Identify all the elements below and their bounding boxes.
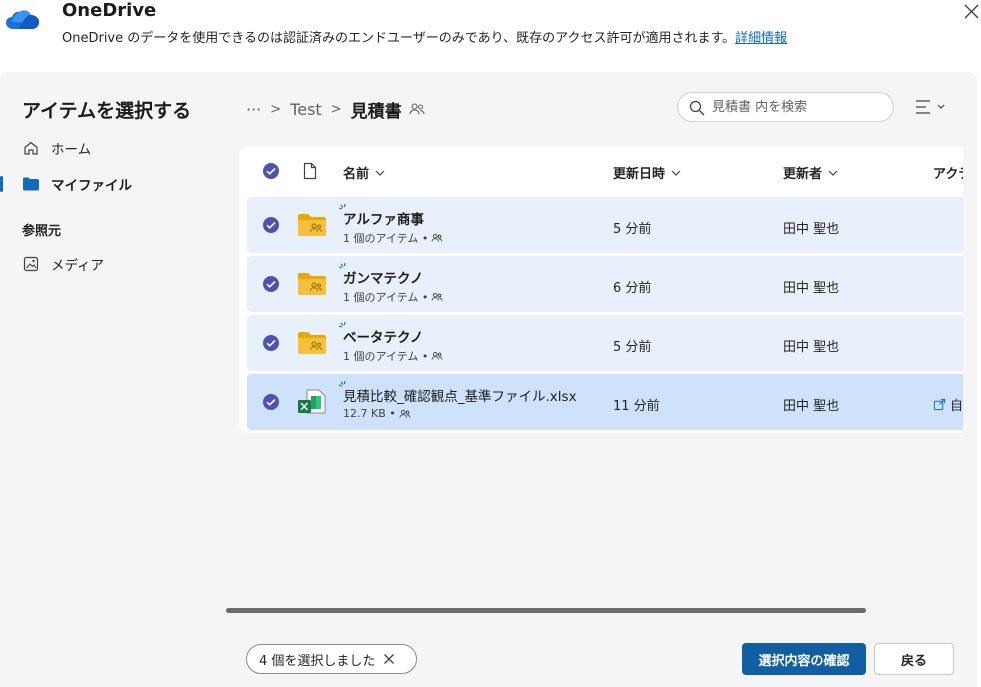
shared-folder-icon: [298, 332, 326, 354]
file-activity: 自: [933, 395, 963, 414]
column-header-label: 更新日時: [613, 167, 666, 182]
search-input[interactable]: [712, 98, 882, 116]
shared-people-icon: [409, 103, 425, 115]
file-modified: 6 分前: [613, 281, 652, 296]
file-name[interactable]: 見積比較_確認観点_基準ファイル.xlsx: [343, 385, 577, 405]
chevron-down-icon: [375, 170, 385, 176]
file-modified-by: 田中 聖也: [783, 340, 840, 355]
file-meta-text: 1 個のアイテム •: [343, 291, 429, 304]
nav-item-label: マイファイル: [51, 178, 132, 194]
file-name[interactable]: ベータテクノ: [343, 326, 423, 346]
image-icon: [22, 255, 40, 273]
column-header-label: 更新者: [783, 167, 823, 182]
table-row[interactable]: 見積比較_確認観点_基準ファイル.xlsx 12.7 KB • 11 分前 田中…: [247, 374, 963, 430]
onedrive-logo-icon: [6, 10, 39, 29]
nav-item-label: ホーム: [51, 142, 92, 158]
file-modified: 11 分前: [613, 399, 660, 414]
learn-more-link[interactable]: 詳細情報: [735, 31, 787, 46]
search-box[interactable]: [677, 92, 894, 122]
table-row[interactable]: アルファ商事 1 個のアイテム • 5 分前 田中 聖也: [247, 197, 963, 253]
search-icon: [689, 100, 705, 116]
file-meta: 1 個のアイテム •: [343, 230, 443, 246]
nav-item-my-files[interactable]: マイファイル: [22, 172, 132, 196]
breadcrumb-item[interactable]: Test: [290, 100, 322, 119]
picker-title: アイテムを選択する: [22, 100, 192, 122]
shared-folder-icon: [298, 214, 326, 236]
nav-section-heading: 参照元: [22, 224, 62, 239]
confirm-selection-button[interactable]: 選択内容の確認: [742, 643, 866, 675]
table-row[interactable]: ガンマテクノ 1 個のアイテム • 6 分前 田中 聖也: [247, 256, 963, 312]
folder-icon: [22, 175, 40, 193]
close-icon[interactable]: [960, 0, 981, 22]
select-all-checkbox[interactable]: [262, 162, 280, 180]
file-modified-by: 田中 聖也: [783, 281, 840, 296]
app-title: OneDrive: [62, 0, 157, 21]
nav-item-home[interactable]: ホーム: [22, 136, 91, 160]
data-notice-text: OneDrive のデータを使用できるのは認証済みのエンドユーザーのみであり、既…: [62, 31, 736, 46]
row-checkbox[interactable]: [262, 275, 280, 293]
chevron-right-icon: >: [270, 101, 282, 117]
shared-people-icon: [431, 351, 443, 360]
nav-item-label: メディア: [51, 258, 105, 274]
breadcrumb-more[interactable]: ···: [246, 100, 261, 119]
column-header-name[interactable]: 名前: [343, 163, 385, 182]
back-button[interactable]: 戻る: [874, 643, 954, 675]
file-activity-text: 自: [950, 399, 963, 414]
shared-people-icon: [431, 292, 443, 301]
file-modified-by: 田中 聖也: [783, 399, 840, 414]
table-row[interactable]: ベータテクノ 1 個のアイテム • 5 分前 田中 聖也: [247, 315, 963, 371]
file-modified: 5 分前: [613, 340, 652, 355]
home-icon: [22, 139, 40, 157]
column-header-label: 名前: [343, 167, 370, 182]
file-name[interactable]: アルファ商事: [343, 208, 424, 228]
share-icon: [933, 398, 946, 411]
column-header-activity[interactable]: アクティビティ: [933, 163, 963, 182]
column-header-modified-by[interactable]: 更新者: [783, 163, 838, 182]
file-meta: 1 個のアイテム •: [343, 348, 443, 364]
file-meta-text: 12.7 KB •: [343, 407, 396, 420]
file-meta: 1 個のアイテム •: [343, 289, 443, 305]
file-table: 名前 更新日時 更新者 アクティビティ アルファ商事 1 個のアイテム • 5 …: [239, 147, 963, 433]
shared-people-icon: [431, 233, 443, 242]
nav-selection-indicator: [0, 176, 3, 192]
row-checkbox[interactable]: [262, 334, 280, 352]
view-options-icon[interactable]: [913, 97, 951, 117]
nav-item-media[interactable]: メディア: [22, 252, 104, 276]
horizontal-scrollbar[interactable]: [226, 608, 866, 613]
file-meta-text: 1 個のアイテム •: [343, 350, 429, 363]
column-header-modified[interactable]: 更新日時: [613, 163, 681, 182]
chevron-down-icon: [671, 170, 681, 176]
row-checkbox[interactable]: [262, 393, 280, 411]
selection-count-text: 4 個を選択しました: [259, 653, 376, 669]
file-type-icon: [303, 162, 317, 180]
breadcrumb: ··· > Test > 見積書: [246, 96, 425, 122]
shared-folder-icon: [298, 273, 326, 295]
excel-file-icon: [298, 389, 326, 414]
file-modified: 5 分前: [613, 222, 652, 237]
chevron-down-icon: [828, 170, 838, 176]
file-name[interactable]: ガンマテクノ: [343, 267, 423, 287]
table-header: 名前 更新日時 更新者 アクティビティ: [239, 147, 963, 195]
row-checkbox[interactable]: [262, 216, 280, 234]
clear-selection-icon[interactable]: [383, 653, 395, 665]
shared-people-icon: [399, 409, 411, 418]
selection-count-pill[interactable]: 4 個を選択しました: [246, 644, 417, 674]
file-modified-by: 田中 聖也: [783, 222, 840, 237]
breadcrumb-current: 見積書: [350, 101, 402, 122]
chevron-right-icon: >: [330, 101, 342, 117]
file-meta: 12.7 KB •: [343, 407, 411, 420]
data-notice: OneDrive のデータを使用できるのは認証済みのエンドユーザーのみであり、既…: [62, 30, 787, 48]
file-meta-text: 1 個のアイテム •: [343, 232, 429, 245]
